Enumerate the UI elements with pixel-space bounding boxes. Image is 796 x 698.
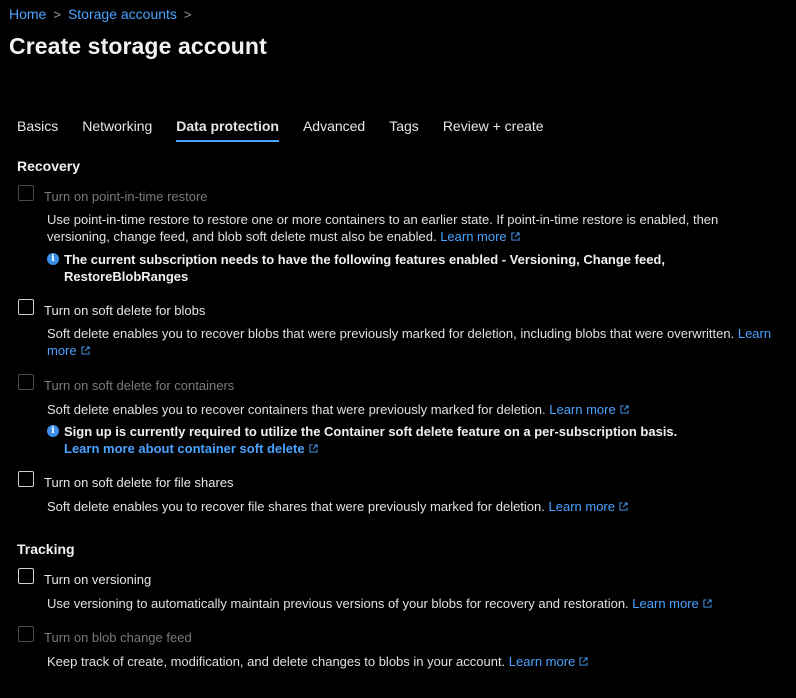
external-link-icon bbox=[579, 657, 588, 666]
external-link-icon bbox=[308, 444, 318, 453]
versioning-description: Use versioning to automatically maintain… bbox=[47, 595, 777, 612]
tracking-heading: Tracking bbox=[17, 541, 75, 557]
pitr-description-text: Use point-in-time restore to restore one… bbox=[47, 212, 719, 244]
recovery-heading: Recovery bbox=[17, 158, 81, 174]
container-soft-delete-learn-more-link[interactable]: Learn more about container soft delete bbox=[64, 441, 318, 456]
tab-tags[interactable]: Tags bbox=[389, 118, 419, 142]
pitr-checkbox bbox=[18, 185, 34, 201]
external-link-icon bbox=[619, 502, 628, 511]
breadcrumb-home-link[interactable]: Home bbox=[9, 6, 46, 22]
soft-delete-containers-learn-more-link[interactable]: Learn more bbox=[549, 402, 629, 417]
soft-delete-file-shares-learn-more-link[interactable]: Learn more bbox=[549, 499, 628, 514]
change-feed-description-text: Keep track of create, modification, and … bbox=[47, 654, 506, 669]
tab-basics[interactable]: Basics bbox=[17, 118, 58, 142]
page-title: Create storage account bbox=[9, 33, 267, 59]
soft-delete-blobs-description: Soft delete enables you to recover blobs… bbox=[47, 325, 777, 359]
chevron-right-icon: > bbox=[53, 6, 61, 22]
pitr-learn-more-link[interactable]: Learn more bbox=[440, 229, 520, 244]
versioning-label: Turn on versioning bbox=[44, 572, 152, 587]
versioning-learn-more-label: Learn more bbox=[632, 596, 699, 611]
breadcrumb: Home > Storage accounts > bbox=[9, 6, 199, 22]
soft-delete-blobs-description-text: Soft delete enables you to recover blobs… bbox=[47, 326, 735, 341]
tab-networking[interactable]: Networking bbox=[82, 118, 152, 142]
soft-delete-containers-description: Soft delete enables you to recover conta… bbox=[47, 401, 777, 418]
change-feed-description: Keep track of create, modification, and … bbox=[47, 653, 777, 670]
soft-delete-file-shares-learn-more-label: Learn more bbox=[548, 499, 615, 514]
pitr-info-text: The current subscription needs to have t… bbox=[64, 252, 665, 284]
versioning-checkbox[interactable] bbox=[18, 568, 34, 584]
pitr-description: Use point-in-time restore to restore one… bbox=[47, 211, 777, 245]
change-feed-label: Turn on blob change feed bbox=[44, 630, 192, 645]
soft-delete-file-shares-checkbox[interactable] bbox=[18, 471, 34, 487]
tab-advanced[interactable]: Advanced bbox=[303, 118, 365, 142]
pitr-label: Turn on point-in-time restore bbox=[44, 189, 208, 204]
soft-delete-containers-learn-more-label: Learn more bbox=[549, 402, 616, 417]
soft-delete-containers-info-message: i Sign up is currently required to utili… bbox=[47, 423, 747, 457]
change-feed-learn-more-link[interactable]: Learn more bbox=[509, 654, 588, 669]
soft-delete-blobs-checkbox[interactable] bbox=[18, 299, 34, 315]
chevron-right-icon: > bbox=[183, 6, 192, 22]
soft-delete-containers-info-text: Sign up is currently required to utilize… bbox=[64, 424, 678, 439]
soft-delete-containers-info-body: Sign up is currently required to utilize… bbox=[64, 423, 677, 457]
change-feed-checkbox bbox=[18, 626, 34, 642]
tab-data-protection[interactable]: Data protection bbox=[176, 118, 279, 142]
external-link-icon bbox=[703, 599, 712, 608]
tab-bar: Basics Networking Data protection Advanc… bbox=[17, 118, 568, 142]
pitr-info-message: i The current subscription needs to have… bbox=[47, 251, 667, 285]
breadcrumb-storage-accounts-link[interactable]: Storage accounts bbox=[68, 6, 177, 22]
info-icon: i bbox=[47, 253, 59, 265]
change-feed-learn-more-label: Learn more bbox=[508, 654, 576, 669]
versioning-learn-more-link[interactable]: Learn more bbox=[632, 596, 712, 611]
versioning-description-text: Use versioning to automatically maintain… bbox=[47, 596, 629, 611]
external-link-icon bbox=[620, 405, 629, 414]
tab-review-create[interactable]: Review + create bbox=[443, 118, 544, 142]
soft-delete-file-shares-description-text: Soft delete enables you to recover file … bbox=[47, 499, 545, 514]
soft-delete-file-shares-description: Soft delete enables you to recover file … bbox=[47, 498, 777, 515]
soft-delete-containers-label: Turn on soft delete for containers bbox=[44, 378, 235, 393]
info-icon: i bbox=[47, 425, 59, 437]
soft-delete-file-shares-label: Turn on soft delete for file shares bbox=[44, 475, 234, 490]
external-link-icon bbox=[511, 232, 520, 241]
soft-delete-blobs-label: Turn on soft delete for blobs bbox=[44, 303, 206, 318]
soft-delete-containers-description-text: Soft delete enables you to recover conta… bbox=[47, 402, 546, 417]
soft-delete-containers-checkbox bbox=[18, 374, 34, 390]
container-soft-delete-learn-more-label: Learn more about container soft delete bbox=[64, 441, 305, 456]
external-link-icon bbox=[81, 346, 90, 355]
pitr-learn-more-label: Learn more bbox=[440, 229, 507, 244]
